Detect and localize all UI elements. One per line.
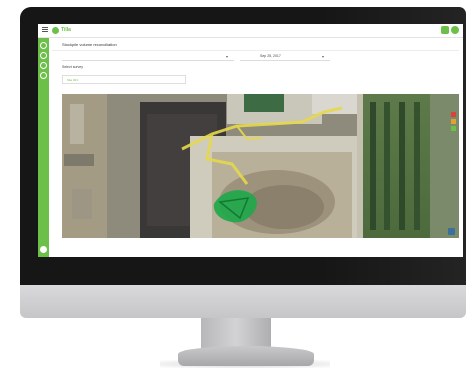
satellite-map[interactable] (62, 94, 459, 238)
date-value: Sep 25, 2017 (260, 54, 281, 58)
sidebar (38, 38, 49, 257)
chevron-down-icon: ▾ (322, 54, 325, 59)
zoom-in-button[interactable] (451, 112, 456, 117)
zoom-out-button[interactable] (451, 119, 456, 124)
home-icon[interactable] (40, 42, 47, 49)
chevron-down-icon: ▾ (226, 54, 229, 59)
map-imagery (62, 94, 459, 238)
section-label: Select survey (62, 65, 84, 69)
survey-input[interactable]: Site 001 (62, 75, 186, 84)
survey-value: Site 001 (67, 78, 79, 82)
brand-name: Tilla (61, 27, 71, 33)
user-icon[interactable] (451, 26, 459, 34)
divider (52, 50, 459, 51)
fullscreen-button[interactable] (448, 228, 455, 235)
monitor-stand-base (178, 346, 314, 366)
map-icon[interactable] (40, 62, 47, 69)
brand-logo-icon (52, 27, 59, 34)
help-icon[interactable] (40, 246, 47, 253)
settings-icon[interactable] (40, 72, 47, 79)
layers-icon[interactable] (40, 52, 47, 59)
date-select[interactable]: Sep 25, 2017 ▾ (240, 54, 330, 61)
page-title: Stockpile volume reconciliation (62, 42, 117, 47)
site-select[interactable]: ▾ (62, 54, 234, 61)
app-screen: Tilla Stockpile volume reconciliation ▾ … (38, 24, 463, 257)
layer-toggle-button[interactable] (451, 126, 456, 131)
monitor-chin (20, 285, 466, 318)
hamburger-icon[interactable] (42, 27, 48, 33)
map-zoom-controls (451, 112, 456, 140)
top-bar: Tilla (38, 24, 463, 38)
grid-icon[interactable] (441, 26, 449, 34)
